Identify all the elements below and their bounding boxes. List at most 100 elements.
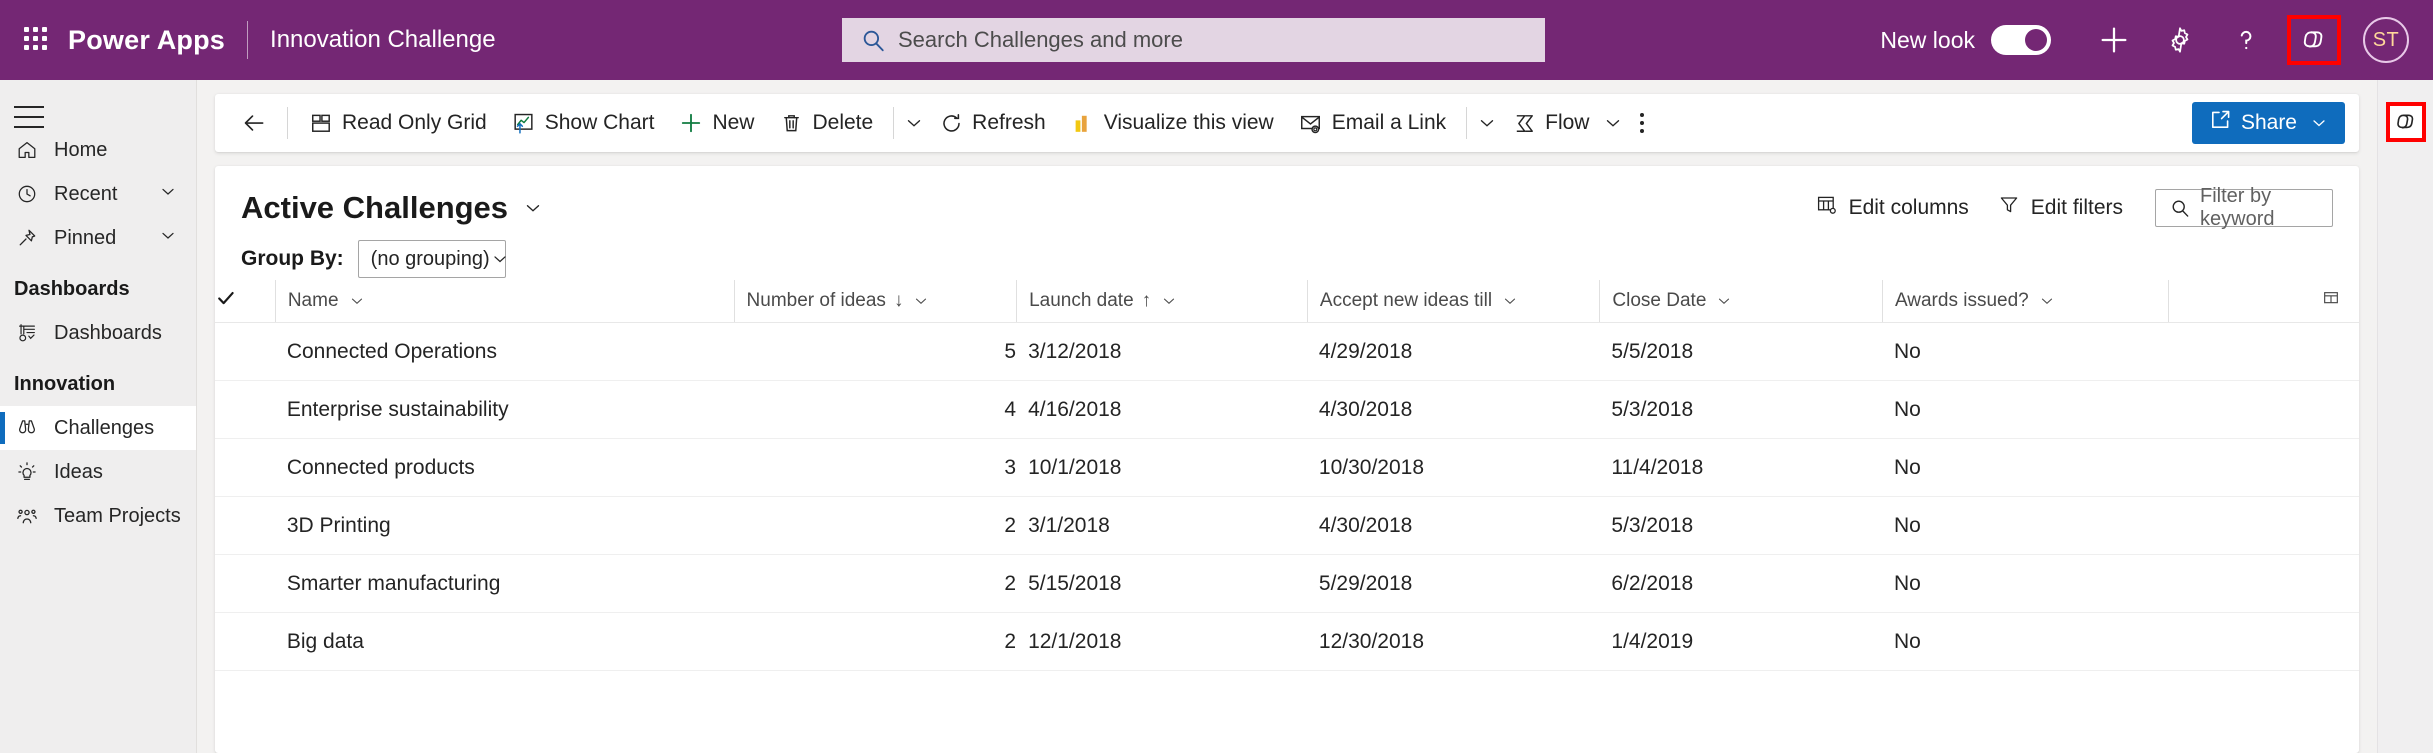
- edit-filters-button[interactable]: Edit filters: [1983, 187, 2137, 229]
- table-row[interactable]: Smarter manufacturing 2 5/15/2018 5/29/2…: [215, 554, 2359, 613]
- row-select-cell[interactable]: [215, 496, 275, 555]
- cell-close-date: 11/4/2018: [1599, 438, 1882, 497]
- chevron-down-icon[interactable]: [2309, 113, 2329, 133]
- visualize-this-view-button[interactable]: Visualize this view: [1058, 101, 1286, 145]
- new-look-toggle[interactable]: [1991, 25, 2051, 55]
- sidebar-item-dashboards[interactable]: Dashboards: [0, 311, 196, 355]
- cell-launch-date: 3/12/2018: [1016, 322, 1307, 381]
- share-button[interactable]: Share: [2191, 102, 2345, 144]
- email-icon: [1298, 111, 1324, 136]
- table-row[interactable]: 3D Printing 2 3/1/2018 4/30/2018 5/3/201…: [215, 496, 2359, 555]
- chevron-down-icon[interactable]: [1715, 292, 1733, 310]
- column-header-accept-new-ideas-till[interactable]: Accept new ideas till: [1306, 280, 1600, 323]
- chevron-down-icon[interactable]: [158, 182, 178, 207]
- user-avatar[interactable]: ST: [2363, 17, 2409, 63]
- filter-placeholder: Filter by keyword: [2200, 185, 2275, 230]
- people-icon: [14, 505, 40, 527]
- sidebar-item-challenges[interactable]: Challenges: [0, 406, 196, 450]
- command-divider: [893, 107, 895, 139]
- edit-columns-button[interactable]: Edit columns: [1801, 187, 1983, 229]
- row-select-cell[interactable]: [215, 438, 275, 497]
- column-header-awards-issued[interactable]: Awards issued?: [1881, 280, 2168, 323]
- cell-name[interactable]: Connected products: [274, 438, 734, 497]
- sidebar-item-pinned[interactable]: Pinned: [0, 216, 196, 260]
- read-only-grid-button[interactable]: Read Only Grid: [296, 101, 499, 145]
- table-row[interactable]: Big data 2 12/1/2018 12/30/2018 1/4/2019…: [215, 612, 2359, 671]
- sidebar-item-team-projects[interactable]: Team Projects: [0, 494, 196, 538]
- chevron-down-icon[interactable]: [1475, 112, 1499, 134]
- brand-title[interactable]: Power Apps: [68, 25, 225, 56]
- email-a-link-button[interactable]: Email a Link: [1286, 101, 1458, 145]
- view-header: Active Challenges Edit columns Edit filt…: [215, 166, 2359, 230]
- right-rail: [2377, 80, 2433, 753]
- cell-close-date: 6/2/2018: [1599, 554, 1882, 613]
- settings-button[interactable]: [2153, 13, 2207, 67]
- binoculars-icon: [14, 417, 40, 439]
- delete-button[interactable]: Delete: [766, 101, 885, 145]
- select-all-column[interactable]: [215, 280, 275, 323]
- chevron-down-icon[interactable]: [1601, 112, 1625, 134]
- app-window: Power Apps Innovation Challenge Search C…: [0, 0, 2433, 753]
- cell-name[interactable]: Connected Operations: [274, 322, 734, 381]
- cell-spacer: [2167, 496, 2359, 555]
- row-select-cell[interactable]: [215, 554, 275, 613]
- cell-close-date: 5/5/2018: [1599, 322, 1882, 381]
- group-by-dropdown[interactable]: (no grouping): [357, 240, 506, 278]
- back-button[interactable]: [229, 101, 279, 145]
- chevron-down-icon[interactable]: [348, 292, 366, 310]
- column-options-cell[interactable]: [2167, 280, 2359, 323]
- chevron-down-icon[interactable]: [2038, 292, 2056, 310]
- row-select-cell[interactable]: [215, 380, 275, 439]
- more-kebab-icon[interactable]: [1625, 103, 1659, 143]
- cell-name[interactable]: 3D Printing: [274, 496, 734, 555]
- grid-header-row: Name Number of ideas ↓ Launch date ↑ Acc…: [215, 280, 2359, 323]
- cell-name[interactable]: Big data: [274, 612, 734, 671]
- column-header-close-date[interactable]: Close Date: [1599, 280, 1882, 323]
- app-launcher-icon[interactable]: [24, 27, 50, 53]
- sidebar-item-ideas[interactable]: Ideas: [0, 450, 196, 494]
- refresh-button[interactable]: Refresh: [926, 101, 1058, 145]
- chevron-down-icon[interactable]: [522, 197, 544, 219]
- cell-awards-issued: No: [1881, 380, 2168, 439]
- view-title[interactable]: Active Challenges: [241, 190, 508, 226]
- hamburger-menu-icon[interactable]: [14, 106, 44, 128]
- column-label: Awards issued?: [1894, 290, 2029, 311]
- cell-name[interactable]: Enterprise sustainability: [274, 380, 734, 439]
- table-row[interactable]: Connected Operations 5 3/12/2018 4/29/20…: [215, 322, 2359, 381]
- table-row[interactable]: Connected products 3 10/1/2018 10/30/201…: [215, 438, 2359, 497]
- new-look-label: New look: [1880, 26, 1975, 53]
- table-row[interactable]: Enterprise sustainability 4 4/16/2018 4/…: [215, 380, 2359, 439]
- chevron-down-icon[interactable]: [1160, 292, 1178, 310]
- chevron-down-icon[interactable]: [902, 112, 926, 134]
- filter-by-keyword-input[interactable]: Filter by keyword: [2155, 185, 2333, 230]
- sidebar-item-label: Team Projects: [54, 504, 181, 527]
- cell-name[interactable]: Smarter manufacturing: [274, 554, 734, 613]
- new-button[interactable]: New: [666, 101, 766, 145]
- chevron-down-icon[interactable]: [1501, 292, 1519, 310]
- column-header-launch-date[interactable]: Launch date ↑: [1016, 280, 1307, 323]
- checkmark-icon[interactable]: [215, 291, 237, 314]
- column-header-number-of-ideas[interactable]: Number of ideas ↓: [733, 280, 1017, 323]
- copilot-button[interactable]: [2287, 15, 2341, 65]
- chevron-down-icon[interactable]: [158, 226, 178, 251]
- column-label: Number of ideas: [746, 290, 886, 311]
- flow-button[interactable]: Flow: [1499, 101, 1601, 145]
- plus-icon: [678, 110, 704, 136]
- show-chart-button[interactable]: Show Chart: [499, 101, 667, 145]
- help-button[interactable]: [2219, 13, 2273, 67]
- search-input[interactable]: Search Challenges and more: [842, 18, 1545, 62]
- copilot-panel-button[interactable]: [2385, 102, 2426, 142]
- column-options-icon[interactable]: [2321, 288, 2341, 314]
- row-select-cell[interactable]: [215, 612, 275, 671]
- sidebar-item-home[interactable]: Home: [0, 128, 196, 172]
- grid-header: Name Number of ideas ↓ Launch date ↑ Acc…: [215, 280, 2359, 323]
- column-header-name[interactable]: Name: [274, 280, 734, 323]
- row-select-cell[interactable]: [215, 322, 275, 381]
- cell-accept-new-ideas-till: 4/29/2018: [1306, 322, 1600, 381]
- search-placeholder: Search Challenges and more: [898, 27, 1183, 52]
- sidebar-item-recent[interactable]: Recent: [0, 172, 196, 216]
- trash-icon: [778, 111, 804, 136]
- new-record-button[interactable]: [2087, 13, 2141, 67]
- global-search[interactable]: Search Challenges and more: [842, 18, 1545, 62]
- chevron-down-icon[interactable]: [912, 292, 930, 310]
